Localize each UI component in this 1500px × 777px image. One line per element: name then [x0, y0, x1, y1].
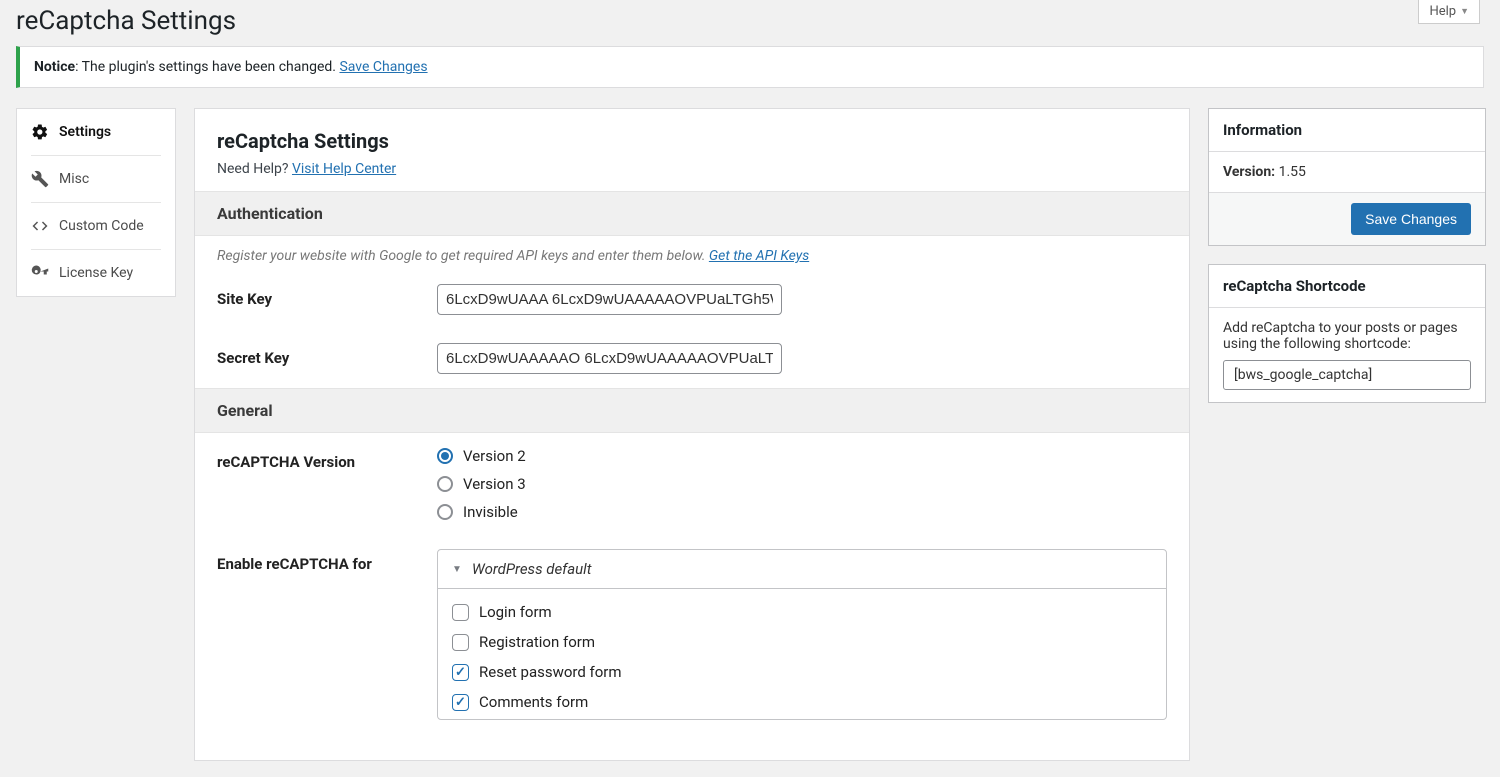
forms-accordion: ▼ WordPress default Login form Registrat…: [437, 549, 1167, 720]
enable-for-label: Enable reCAPTCHA for: [217, 549, 427, 573]
checkbox-label: Comments form: [479, 693, 588, 711]
gear-icon: [31, 123, 49, 141]
sidebar-item-label: Misc: [59, 171, 89, 187]
page-title: reCaptcha Settings: [16, 0, 236, 46]
help-tab-label: Help: [1429, 4, 1456, 19]
wrench-icon: [31, 170, 49, 188]
version-value: 1.55: [1275, 164, 1306, 180]
radio-label: Invisible: [463, 503, 518, 521]
radio-label: Version 2: [463, 447, 526, 465]
notice-save-link[interactable]: Save Changes: [339, 59, 427, 75]
radio-invisible[interactable]: [437, 504, 453, 520]
settings-sidebar: Settings Misc Custom Code License Key: [16, 108, 176, 297]
help-tab-button[interactable]: Help ▼: [1418, 0, 1480, 24]
information-card: Information Version: 1.55 Save Changes: [1208, 108, 1486, 246]
shortcode-value[interactable]: [bws_google_captcha]: [1223, 360, 1471, 390]
site-key-input[interactable]: [437, 284, 782, 315]
radio-version-2[interactable]: [437, 448, 453, 464]
auth-desc-text: Register your website with Google to get…: [217, 248, 709, 264]
chevron-down-icon: ▼: [1460, 6, 1469, 17]
accordion-toggle[interactable]: ▼ WordPress default: [438, 550, 1166, 589]
checkbox-label: Registration form: [479, 633, 595, 651]
shortcode-desc: Add reCaptcha to your posts or pages usi…: [1223, 320, 1471, 352]
radio-label: Version 3: [463, 475, 526, 493]
general-section-header: General: [195, 388, 1189, 433]
section-title: reCaptcha Settings: [195, 129, 1189, 157]
info-card-header: Information: [1209, 109, 1485, 152]
checkbox-comments-form[interactable]: [452, 694, 469, 711]
checkbox-label: Login form: [479, 603, 552, 621]
sidebar-item-label: License Key: [59, 265, 133, 281]
notice-label: Notice: [34, 59, 75, 75]
version-label: reCAPTCHA Version: [217, 447, 427, 471]
need-help-text: Need Help?: [217, 161, 292, 177]
auth-section-header: Authentication: [195, 191, 1189, 236]
main-panel: reCaptcha Settings Need Help? Visit Help…: [194, 108, 1190, 761]
sidebar-item-label: Custom Code: [59, 218, 144, 234]
shortcode-card-header: reCaptcha Shortcode: [1209, 265, 1485, 308]
notice-text: : The plugin's settings have been change…: [75, 59, 339, 75]
secret-key-input[interactable]: [437, 343, 782, 374]
help-center-link[interactable]: Visit Help Center: [292, 161, 396, 177]
checkbox-login-form[interactable]: [452, 604, 469, 621]
get-api-keys-link[interactable]: Get the API Keys: [709, 248, 809, 264]
sidebar-item-misc[interactable]: Misc: [17, 156, 175, 202]
sidebar-item-label: Settings: [59, 124, 111, 140]
save-changes-button[interactable]: Save Changes: [1351, 203, 1471, 235]
code-icon: [31, 217, 49, 235]
checkbox-registration-form[interactable]: [452, 634, 469, 651]
secret-key-label: Secret Key: [217, 343, 427, 367]
accordion-head-label: WordPress default: [472, 560, 592, 578]
checkbox-label: Reset password form: [479, 663, 622, 681]
shortcode-card: reCaptcha Shortcode Add reCaptcha to you…: [1208, 264, 1486, 403]
key-icon: [31, 264, 49, 282]
triangle-down-icon: ▼: [452, 564, 462, 575]
version-label: Version:: [1223, 164, 1275, 180]
site-key-label: Site Key: [217, 284, 427, 308]
sidebar-item-license-key[interactable]: License Key: [17, 250, 175, 296]
sidebar-item-custom-code[interactable]: Custom Code: [17, 203, 175, 249]
checkbox-reset-password-form[interactable]: [452, 664, 469, 681]
sidebar-item-settings[interactable]: Settings: [17, 109, 175, 155]
notice-banner: Notice: The plugin's settings have been …: [16, 46, 1484, 88]
radio-version-3[interactable]: [437, 476, 453, 492]
